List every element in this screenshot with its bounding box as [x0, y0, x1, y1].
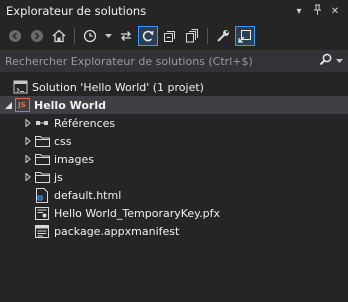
pending-changes-dropdown-icon[interactable]	[102, 26, 114, 46]
search-options-dropdown-icon[interactable]	[336, 58, 344, 64]
back-icon[interactable]	[5, 26, 25, 46]
collapse-arrow-icon[interactable]	[2, 96, 14, 114]
solution-explorer-panel: Explorateur de solutions ▾ ✕ Rechercher …	[0, 0, 348, 302]
home-icon[interactable]	[49, 26, 69, 46]
tree-item-project[interactable]: JS Hello World	[0, 96, 348, 114]
tree-item-folder[interactable]: images	[0, 150, 348, 168]
folder-icon	[34, 169, 50, 185]
tree-item-references[interactable]: Références	[0, 114, 348, 132]
preview-selected-icon[interactable]	[235, 26, 255, 46]
tree-item-label: package.appxmanifest	[54, 224, 180, 238]
tree-item-label: Solution 'Hello World' (1 projet)	[32, 80, 204, 94]
tree-item-label: Hello World	[34, 98, 106, 112]
refresh-icon[interactable]	[138, 26, 158, 46]
close-icon[interactable]: ✕	[328, 6, 342, 17]
tree-item-folder[interactable]: css	[0, 132, 348, 150]
solution-tree: Solution 'Hello World' (1 projet) JS Hel…	[0, 78, 348, 240]
search-box[interactable]	[0, 50, 348, 72]
solution-icon	[12, 79, 28, 95]
expand-arrow-icon[interactable]	[22, 150, 34, 168]
references-icon	[34, 115, 50, 131]
html-file-icon	[34, 187, 50, 203]
javascript-project-icon: JS	[14, 97, 30, 113]
panel-titlebar: Explorateur de solutions ▾ ✕	[0, 0, 348, 22]
dropdown-icon[interactable]: ▾	[292, 6, 306, 17]
pin-icon[interactable]	[310, 4, 324, 18]
tree-item-solution[interactable]: Solution 'Hello World' (1 projet)	[0, 78, 348, 96]
search-input[interactable]	[5, 54, 314, 68]
toolbar-separator	[74, 28, 75, 44]
tree-item-folder[interactable]: js	[0, 168, 348, 186]
show-all-files-icon[interactable]	[182, 26, 202, 46]
search-icon[interactable]	[314, 53, 336, 69]
toolbar-separator	[207, 28, 208, 44]
pending-changes-icon[interactable]	[80, 26, 100, 46]
tree-item-file[interactable]: default.html	[0, 186, 348, 204]
collapse-all-icon[interactable]	[160, 26, 180, 46]
certificate-file-icon	[34, 205, 50, 221]
tree-item-label: images	[54, 152, 94, 166]
tree-item-label: Références	[54, 116, 116, 130]
tree-item-file[interactable]: package.appxmanifest	[0, 222, 348, 240]
forward-icon[interactable]	[27, 26, 47, 46]
folder-icon	[34, 151, 50, 167]
panel-toolbar	[0, 22, 348, 50]
tree-item-label: Hello World_TemporaryKey.pfx	[54, 206, 220, 220]
expand-arrow-icon[interactable]	[22, 114, 34, 132]
project-badge: JS	[14, 98, 30, 112]
expand-arrow-icon[interactable]	[22, 132, 34, 150]
expand-arrow-icon[interactable]	[22, 168, 34, 186]
properties-icon[interactable]	[213, 26, 233, 46]
tree-item-label: js	[54, 170, 63, 184]
tree-item-file[interactable]: Hello World_TemporaryKey.pfx	[0, 204, 348, 222]
sync-icon[interactable]	[116, 26, 136, 46]
panel-title: Explorateur de solutions	[6, 4, 147, 18]
tree-item-label: css	[54, 134, 72, 148]
tree-item-label: default.html	[54, 188, 122, 202]
manifest-file-icon	[34, 223, 50, 239]
folder-icon	[34, 133, 50, 149]
